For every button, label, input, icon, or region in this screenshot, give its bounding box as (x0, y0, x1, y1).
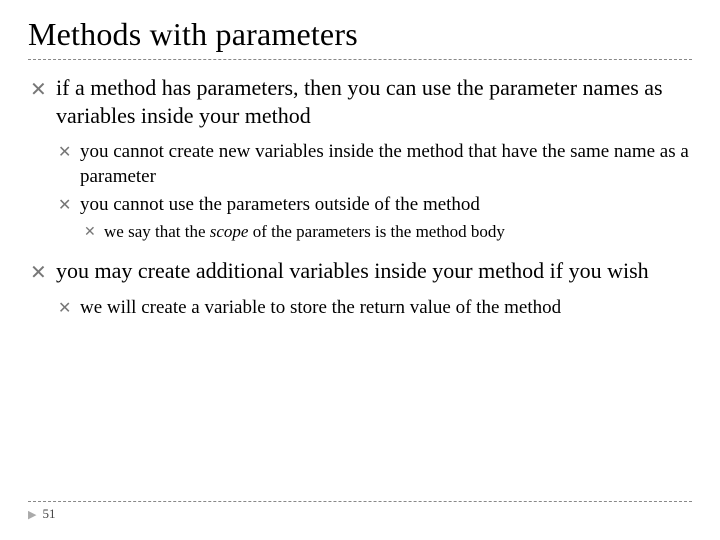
bullet-text: we will create a variable to store the r… (80, 296, 561, 320)
bullet-text: you may create additional variables insi… (56, 257, 649, 285)
title-divider (28, 59, 692, 60)
bullet-level1: ✕ you may create additional variables in… (30, 257, 692, 285)
bullet-level3: ✕ we say that the scope of the parameter… (84, 221, 692, 243)
footer-divider (28, 501, 692, 502)
bullet-text: if a method has parameters, then you can… (56, 74, 692, 130)
text-run: of the parameters is the method body (248, 222, 504, 241)
bullet-text: you cannot use the parameters outside of… (80, 193, 480, 217)
text-emphasis: scope (210, 222, 249, 241)
page-number-row: ▶ 51 (28, 506, 692, 522)
bullet-level2: ✕ you cannot use the parameters outside … (58, 193, 692, 217)
bullet-icon: ✕ (30, 74, 56, 102)
bullet-icon: ✕ (58, 140, 80, 162)
bullet-level2: ✕ we will create a variable to store the… (58, 296, 692, 320)
bullet-icon: ✕ (58, 296, 80, 318)
bullet-icon: ✕ (84, 221, 104, 240)
text-run: we say that the (104, 222, 210, 241)
slide-title: Methods with parameters (28, 16, 692, 53)
triangle-icon: ▶ (28, 508, 36, 521)
bullet-text: we say that the scope of the parameters … (104, 221, 505, 243)
bullet-level1: ✕ if a method has parameters, then you c… (30, 74, 692, 130)
page-number: 51 (42, 506, 55, 522)
bullet-level2: ✕ you cannot create new variables inside… (58, 140, 692, 189)
slide-footer: ▶ 51 (28, 501, 692, 522)
bullet-icon: ✕ (58, 193, 80, 215)
bullet-icon: ✕ (30, 257, 56, 285)
bullet-text: you cannot create new variables inside t… (80, 140, 692, 189)
